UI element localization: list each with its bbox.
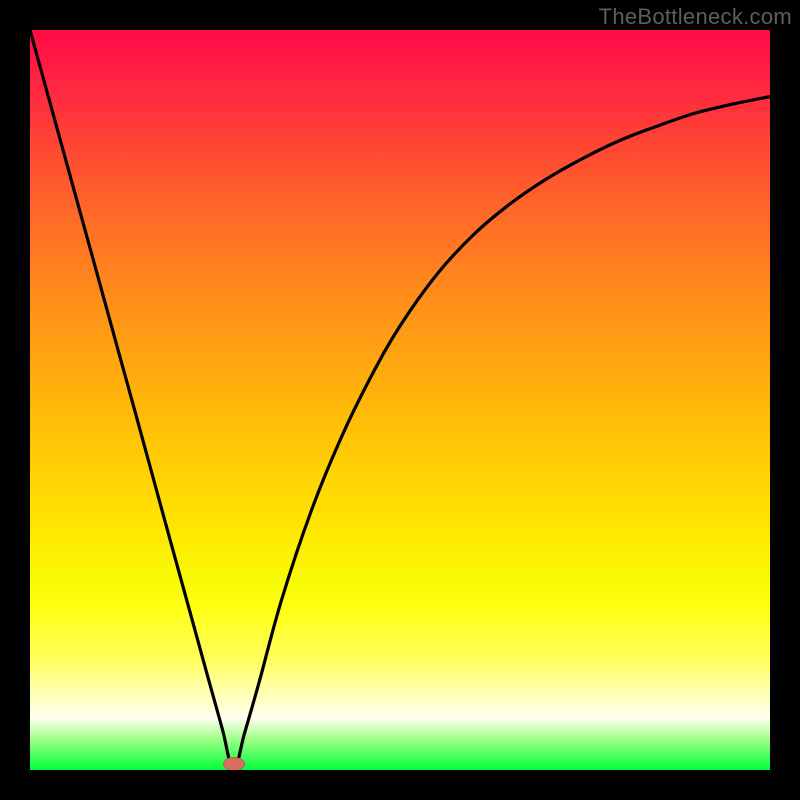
bottleneck-curve-line	[30, 30, 770, 770]
optimal-point-marker	[223, 757, 245, 770]
watermark-text: TheBottleneck.com	[599, 4, 792, 30]
chart-stage: TheBottleneck.com	[0, 0, 800, 800]
curve-svg	[30, 30, 770, 770]
plot-area	[30, 30, 770, 770]
